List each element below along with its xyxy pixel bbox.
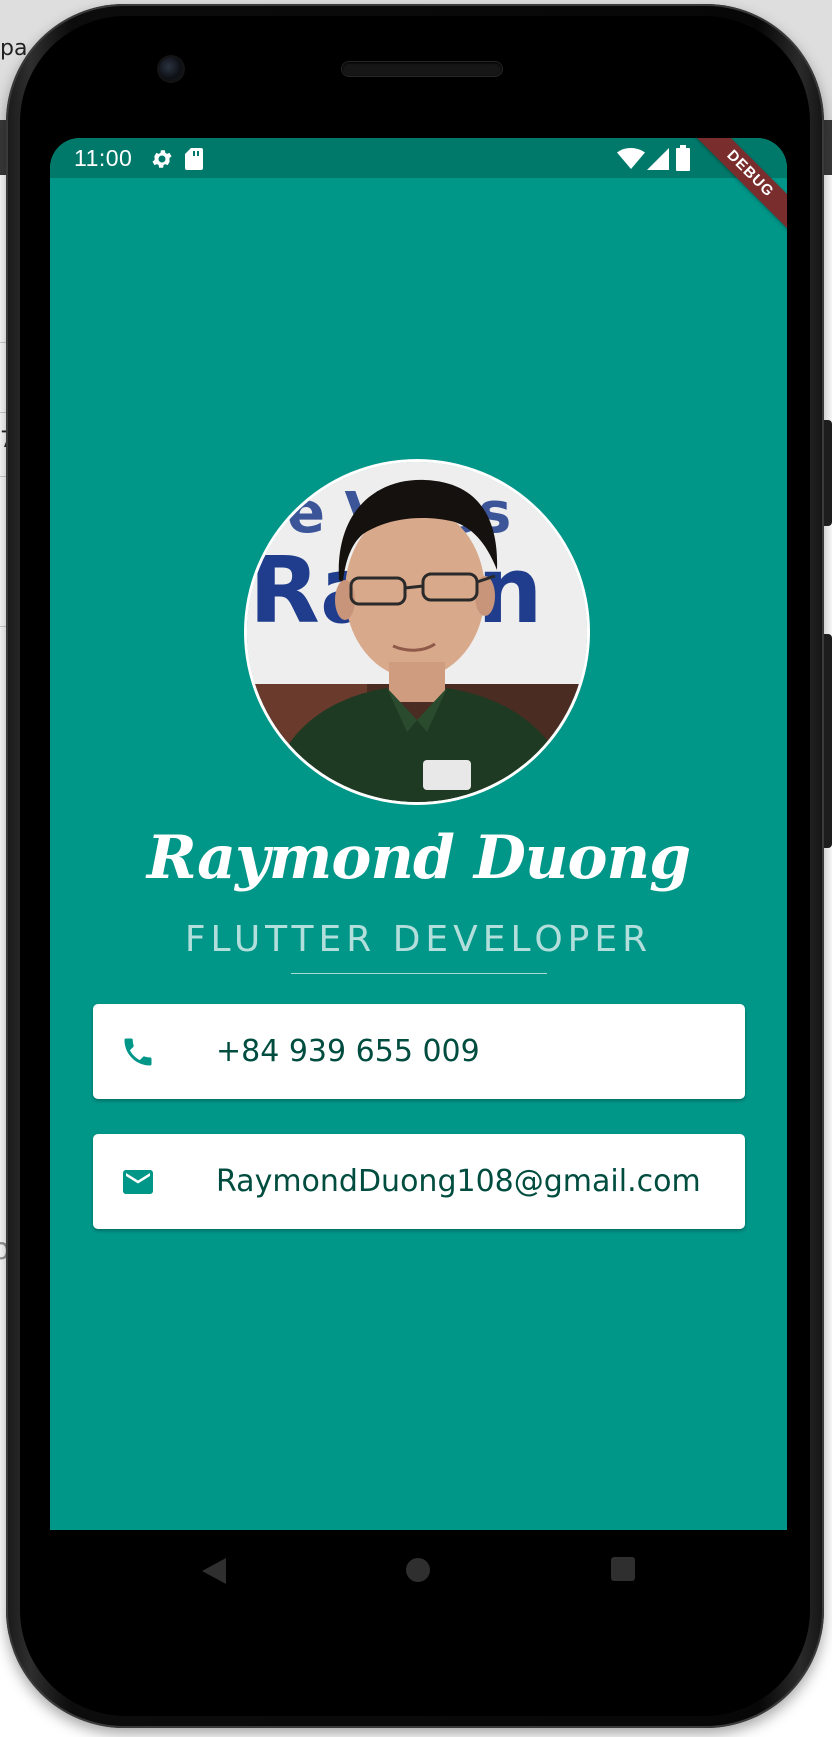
- background-text-fragment: pa: [0, 36, 28, 61]
- status-bar: 11:00: [50, 138, 787, 178]
- phone-number[interactable]: +84 939 655 009: [216, 1004, 480, 1099]
- sd-card-icon: [185, 148, 203, 170]
- home-icon[interactable]: [404, 1556, 432, 1584]
- profile-title: FLUTTER DEVELOPER: [184, 919, 653, 960]
- status-time: 11:00: [74, 145, 133, 171]
- phone-frame: 11:00 DEBUG e Vi iss: [6, 4, 832, 1728]
- email-address[interactable]: RaymondDuong108@gmail.com: [216, 1134, 701, 1229]
- phone-icon: [124, 1038, 152, 1066]
- volume-button: [824, 420, 832, 526]
- recents-icon[interactable]: [610, 1556, 636, 1582]
- avatar: e Vi iss Ra on: [247, 462, 587, 802]
- power-button: [824, 634, 832, 848]
- phone-card[interactable]: +84 939 655 009: [93, 1004, 745, 1099]
- app-screen: 11:00 DEBUG e Vi iss: [50, 138, 787, 1530]
- back-icon[interactable]: [200, 1556, 228, 1586]
- battery-icon: [676, 145, 690, 171]
- front-camera: [159, 57, 183, 81]
- profile-photo: e Vi iss Ra on: [247, 462, 587, 802]
- signal-icon: [647, 148, 669, 170]
- email-icon: [123, 1170, 153, 1194]
- gear-icon: [152, 150, 172, 168]
- wifi-icon: [617, 148, 645, 169]
- profile-name: Raymond Duong: [146, 823, 691, 893]
- navigation-bar: [50, 1530, 787, 1610]
- earpiece-speaker: [342, 62, 502, 76]
- divider: [291, 973, 547, 974]
- email-card[interactable]: RaymondDuong108@gmail.com: [93, 1134, 745, 1229]
